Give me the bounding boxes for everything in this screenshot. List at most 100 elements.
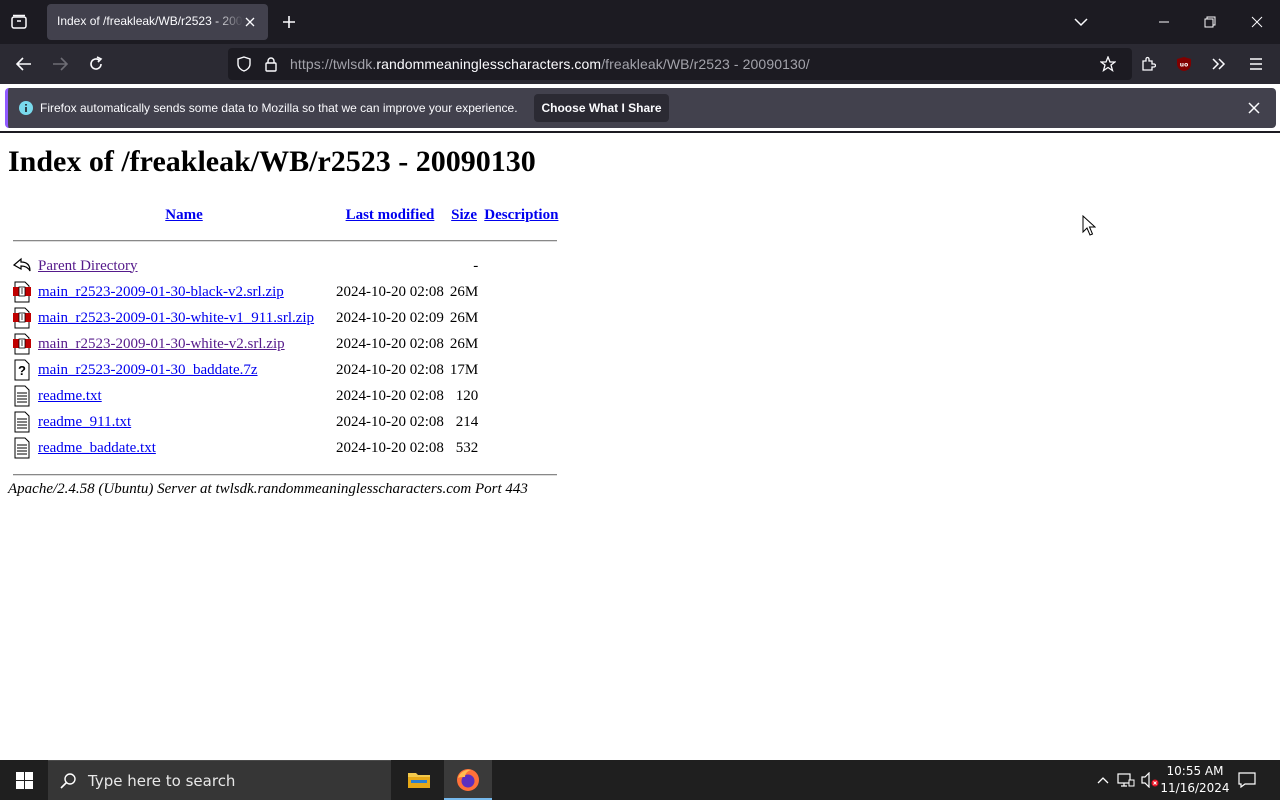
minimize-icon[interactable] xyxy=(1154,12,1174,32)
description-cell xyxy=(482,409,560,435)
compressed-file-icon xyxy=(10,279,34,305)
volume-muted-icon[interactable] xyxy=(1140,770,1160,790)
taskbar-search-box[interactable]: Type here to search xyxy=(48,760,391,800)
page-title: Index of /freakleak/WB/r2523 - 20090130 xyxy=(8,145,536,178)
clock-time: 10:55 AM xyxy=(1166,764,1224,778)
text-file-icon xyxy=(10,383,34,409)
notifications-icon[interactable] xyxy=(1236,770,1258,790)
compressed-file-icon xyxy=(10,331,34,357)
choose-what-i-share-button[interactable]: Choose What I Share xyxy=(534,94,669,122)
last-modified-column-header[interactable]: Last modified xyxy=(346,207,435,223)
windows-taskbar: Type here to search 10:55 AM 11/16/2024 xyxy=(0,760,1280,800)
description-cell xyxy=(482,331,560,357)
tab-title: Index of /freakleak/WB/r2523 - 20090130 xyxy=(57,14,243,28)
restore-icon[interactable] xyxy=(1200,12,1220,32)
firefox-view-icon[interactable] xyxy=(8,11,30,33)
description-cell xyxy=(482,435,560,461)
tab-close-icon[interactable] xyxy=(240,12,260,32)
notification-close-icon[interactable] xyxy=(1244,98,1264,118)
reload-icon[interactable] xyxy=(85,54,107,74)
close-window-icon[interactable] xyxy=(1247,12,1267,32)
file-row: main_r2523-2009-01-30-white-v2.srl.zip 20… xyxy=(10,331,560,357)
tracking-protection-icon[interactable] xyxy=(234,55,254,73)
text-file-icon xyxy=(10,409,34,435)
last-modified-cell: 2024-10-20 02:08 xyxy=(336,335,444,352)
network-icon[interactable] xyxy=(1116,770,1136,790)
clock-date: 11/16/2024 xyxy=(1160,781,1230,795)
more-tools-chevron-icon[interactable] xyxy=(1209,54,1229,74)
file-row: main_r2523-2009-01-30-black-v2.srl.zip 20… xyxy=(10,279,560,305)
header-divider xyxy=(13,239,558,241)
last-modified-cell: 2024-10-20 02:08 xyxy=(336,413,444,430)
hamburger-menu-icon[interactable] xyxy=(1246,54,1266,74)
notification-message: Firefox automatically sends some data to… xyxy=(40,101,518,115)
file-row: readme_baddate.txt 2024-10-20 02:08 532 xyxy=(10,435,560,461)
icon-column-header xyxy=(10,203,34,227)
parent-directory-link[interactable]: Parent Directory xyxy=(38,258,138,274)
ublock-origin-icon[interactable]: uo xyxy=(1174,54,1194,74)
new-tab-icon[interactable] xyxy=(279,12,299,32)
file-row: readme_911.txt 2024-10-20 02:08 214 xyxy=(10,409,560,435)
last-modified-cell: 2024-10-20 02:08 xyxy=(336,283,444,300)
file-link[interactable]: main_r2523-2009-01-30_baddate.7z xyxy=(38,362,258,378)
size-cell: 532 xyxy=(455,439,479,456)
forward-icon[interactable] xyxy=(49,54,71,74)
size-cell: 17M xyxy=(449,361,479,378)
size-cell: - xyxy=(473,257,479,274)
size-cell: 214 xyxy=(455,413,479,430)
file-link[interactable]: main_r2523-2009-01-30-black-v2.srl.zip xyxy=(38,284,284,300)
size-cell: 26M xyxy=(449,335,479,352)
parent-directory-row: Parent Directory - xyxy=(10,253,560,279)
active-tab[interactable]: Index of /freakleak/WB/r2523 - 20090130 xyxy=(47,4,268,40)
info-icon xyxy=(18,100,34,116)
last-modified-cell: 2024-10-20 02:08 xyxy=(336,361,444,378)
size-column-header[interactable]: Size xyxy=(451,207,477,223)
description-cell xyxy=(482,305,560,331)
directory-listing-table: Name Last modified Size Description Pare… xyxy=(8,203,562,487)
file-row: main_r2523-2009-01-30-white-v1_911.srl.z… xyxy=(10,305,560,331)
last-modified-cell: 2024-10-20 02:08 xyxy=(336,387,444,404)
url-text[interactable]: https://twlsdk.randommeaninglesscharacte… xyxy=(290,56,810,72)
file-link[interactable]: main_r2523-2009-01-30-white-v2.srl.zip xyxy=(38,336,285,352)
extensions-icon[interactable] xyxy=(1138,54,1158,74)
unknown-file-icon: ? xyxy=(10,357,34,383)
last-modified-cell: 2024-10-20 02:08 xyxy=(336,439,444,456)
file-row: ? main_r2523-2009-01-30_baddate.7z 2024-10… xyxy=(10,357,560,383)
back-icon[interactable] xyxy=(13,54,35,74)
last-modified-cell: 2024-10-20 02:09 xyxy=(336,309,444,326)
search-icon xyxy=(58,771,78,791)
last-modified-cell xyxy=(334,253,446,279)
size-cell: 120 xyxy=(455,387,479,404)
windows-start-icon[interactable] xyxy=(0,760,48,800)
svg-text:?: ? xyxy=(18,363,26,378)
description-cell xyxy=(482,357,560,383)
bookmark-star-icon[interactable] xyxy=(1098,54,1118,74)
mouse-cursor-icon xyxy=(1082,215,1096,236)
data-collection-notification: Firefox automatically sends some data to… xyxy=(5,88,1276,128)
lock-icon[interactable] xyxy=(262,55,280,73)
description-cell xyxy=(482,279,560,305)
size-cell: 26M xyxy=(449,283,479,300)
file-link[interactable]: readme.txt xyxy=(38,388,102,404)
tab-strip: Index of /freakleak/WB/r2523 - 20090130 xyxy=(0,0,1280,44)
name-column-header[interactable]: Name xyxy=(165,207,203,223)
firefox-icon xyxy=(456,768,480,792)
description-column-header[interactable]: Description xyxy=(484,207,558,223)
file-link[interactable]: readme_baddate.txt xyxy=(38,440,156,456)
file-explorer-icon[interactable] xyxy=(396,760,442,800)
file-link[interactable]: main_r2523-2009-01-30-white-v1_911.srl.z… xyxy=(38,310,314,326)
server-signature: Apache/2.4.58 (Ubuntu) Server at twlsdk.… xyxy=(8,481,528,497)
navigation-toolbar: https://twlsdk.randommeaninglesscharacte… xyxy=(0,44,1280,84)
url-bar[interactable]: https://twlsdk.randommeaninglesscharacte… xyxy=(228,48,1132,80)
compressed-file-icon xyxy=(10,305,34,331)
list-all-tabs-icon[interactable] xyxy=(1071,12,1091,32)
search-placeholder: Type here to search xyxy=(88,772,236,790)
file-link[interactable]: readme_911.txt xyxy=(38,414,131,430)
svg-text:uo: uo xyxy=(1180,62,1188,69)
size-cell: 26M xyxy=(449,309,479,326)
description-cell xyxy=(482,253,560,279)
show-hidden-icons-chevron-icon[interactable] xyxy=(1094,770,1112,790)
text-file-icon xyxy=(10,435,34,461)
system-clock[interactable]: 10:55 AM 11/16/2024 xyxy=(1160,763,1230,797)
firefox-taskbar-button[interactable] xyxy=(444,760,492,800)
